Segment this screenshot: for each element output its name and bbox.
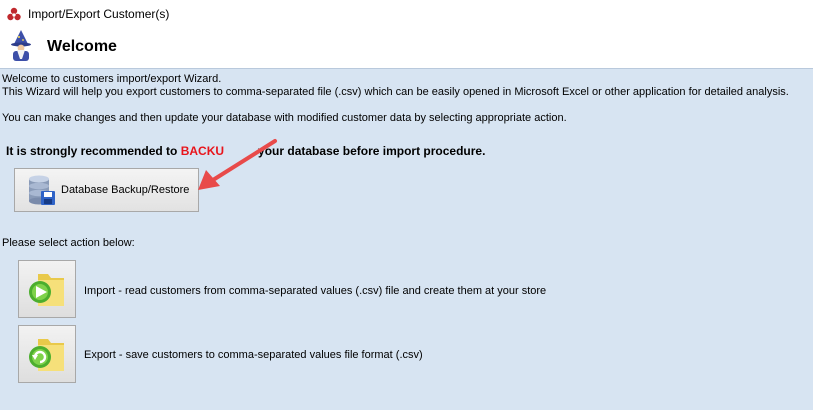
warning-prefix: It is strongly recommended to [6,144,181,158]
wizard-content: Welcome to customers import/export Wizar… [0,68,813,410]
select-action-prompt: Please select action below: [2,237,135,249]
app-logo-icon [7,7,21,21]
backup-warning: It is strongly recommended to BACKU your … [6,144,485,158]
database-backup-restore-button[interactable]: Database Backup/Restore [14,168,199,212]
import-folder-icon [29,274,64,306]
import-action-label: Import - read customers from comma-separ… [84,285,547,297]
backup-button-label: Database Backup/Restore [61,184,190,196]
title-bar: Import/Export Customer(s) [0,0,813,28]
window-title: Import/Export Customer(s) [28,7,170,21]
wizard-header: Welcome [0,28,813,68]
page-title: Welcome [47,38,117,55]
intro-line-3: You can make changes and then update you… [2,112,567,124]
intro-line-2: This Wizard will help you export custome… [2,86,789,98]
export-action-label: Export - save customers to comma-separat… [84,349,423,361]
arrow-overlap [224,144,259,156]
warning-suffix: your database before import procedure. [258,144,486,158]
export-button[interactable] [18,325,76,383]
wizard-icon [11,30,31,61]
warning-highlight: BACKU [180,144,225,158]
export-folder-icon [29,339,64,371]
intro-line-1: Welcome to customers import/export Wizar… [2,73,222,85]
database-icon [29,175,55,205]
import-button[interactable] [18,260,76,318]
